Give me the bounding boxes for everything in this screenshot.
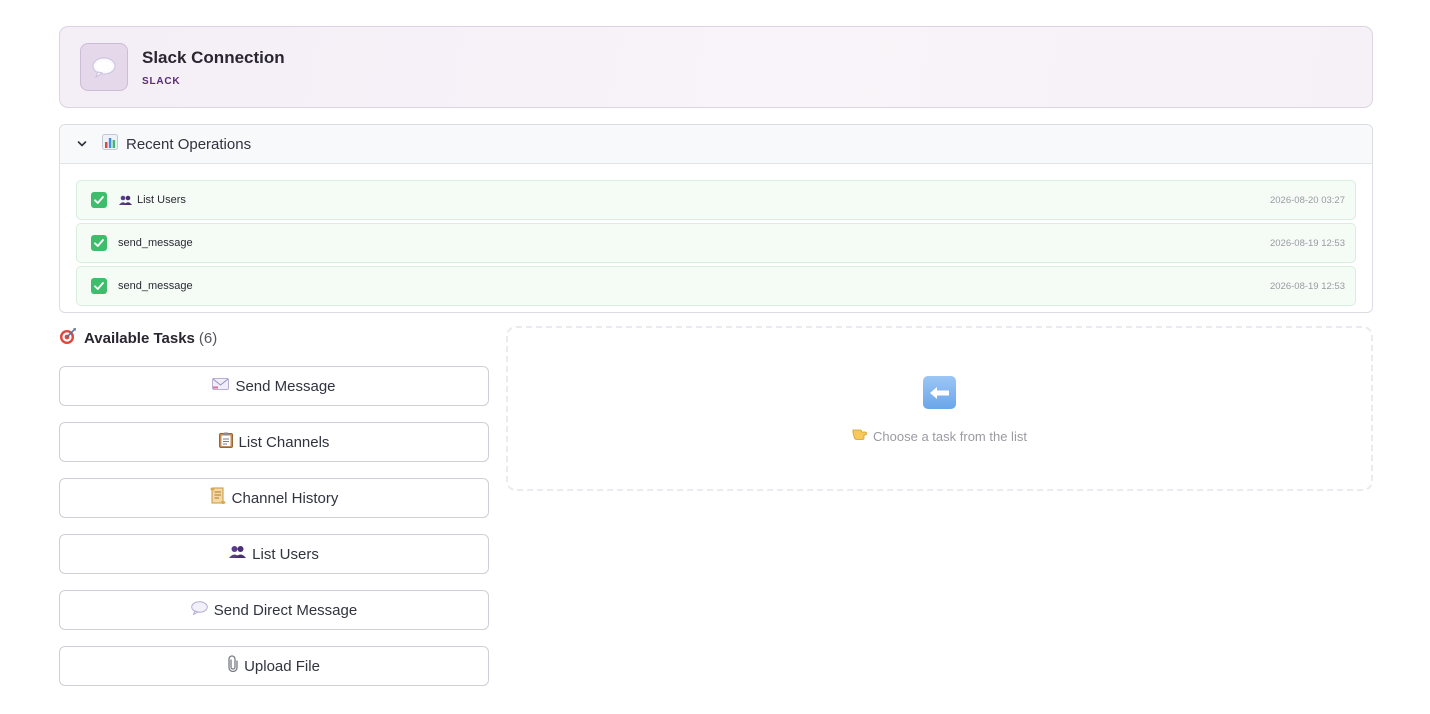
- upload-file-button[interactable]: Upload File: [59, 646, 489, 686]
- scroll-icon: [210, 487, 226, 509]
- speech-bubble-icon: [80, 43, 128, 91]
- tasks-column: Available Tasks (6) Send Message List Ch…: [59, 326, 489, 686]
- paperclip-icon: [228, 655, 238, 677]
- check-icon: [91, 235, 107, 251]
- operation-label: send_message: [118, 237, 193, 249]
- left-arrow-icon: [923, 376, 956, 409]
- list-channels-label: List Channels: [238, 433, 330, 451]
- tasks-header: Available Tasks (6): [59, 326, 489, 350]
- users-icon: [119, 195, 132, 206]
- task-placeholder-hint: Choose a task from the list: [852, 427, 1027, 445]
- channel-history-label: Channel History: [231, 489, 339, 507]
- send-message-label: Send Message: [235, 377, 336, 395]
- operation-row: List Users 2026-08-20 03:27: [76, 180, 1356, 220]
- clipboard-icon: [218, 432, 233, 453]
- tasks-count: (6): [198, 329, 218, 347]
- list-users-button[interactable]: List Users: [59, 534, 489, 574]
- operation-timestamp: 2026-08-19 12:53: [1269, 237, 1345, 249]
- recent-operations-toggle[interactable]: Recent Operations: [60, 125, 1372, 164]
- users-icon: [229, 545, 247, 564]
- check-icon: [91, 192, 107, 208]
- channel-history-button[interactable]: Channel History: [59, 478, 489, 518]
- operation-label: send_message: [118, 280, 193, 292]
- target-icon: [59, 327, 77, 350]
- operation-timestamp: 2026-08-20 03:27: [1269, 194, 1345, 206]
- operation-timestamp: 2026-08-19 12:53: [1269, 280, 1345, 292]
- task-placeholder-text: Choose a task from the list: [873, 428, 1027, 444]
- chevron-down-icon: [77, 141, 87, 147]
- tasks-title: Available Tasks: [84, 329, 195, 347]
- connection-header-card: Slack Connection SLACK: [59, 26, 1373, 108]
- list-users-label: List Users: [252, 545, 319, 563]
- operation-row: send_message 2026-08-19 12:53: [76, 223, 1356, 263]
- connection-type-label: SLACK: [142, 75, 181, 87]
- send-message-button[interactable]: Send Message: [59, 366, 489, 406]
- recent-operations-expander: Recent Operations List Users 2026-08-20 …: [59, 124, 1373, 313]
- speech-bubble-icon: [190, 600, 208, 620]
- upload-file-label: Upload File: [244, 657, 320, 675]
- main-container: Slack Connection SLACK Recent Operations: [59, 26, 1373, 313]
- connection-title: Slack Connection: [142, 47, 285, 67]
- send-direct-message-label: Send Direct Message: [213, 601, 358, 619]
- send-direct-message-button[interactable]: Send Direct Message: [59, 590, 489, 630]
- operation-row: send_message 2026-08-19 12:53: [76, 266, 1356, 306]
- recent-operations-title: Recent Operations: [126, 135, 252, 153]
- task-placeholder-panel: Choose a task from the list: [506, 326, 1373, 491]
- operation-label: List Users: [137, 194, 186, 206]
- pointing-hand-icon: [852, 427, 867, 445]
- bar-chart-icon: [102, 133, 118, 155]
- recent-operations-list: List Users 2026-08-20 03:27 send_message…: [60, 164, 1372, 312]
- envelope-icon: [212, 377, 230, 395]
- tasks-section: Available Tasks (6) Send Message List Ch…: [59, 326, 1373, 696]
- list-channels-button[interactable]: List Channels: [59, 422, 489, 462]
- check-icon: [91, 278, 107, 294]
